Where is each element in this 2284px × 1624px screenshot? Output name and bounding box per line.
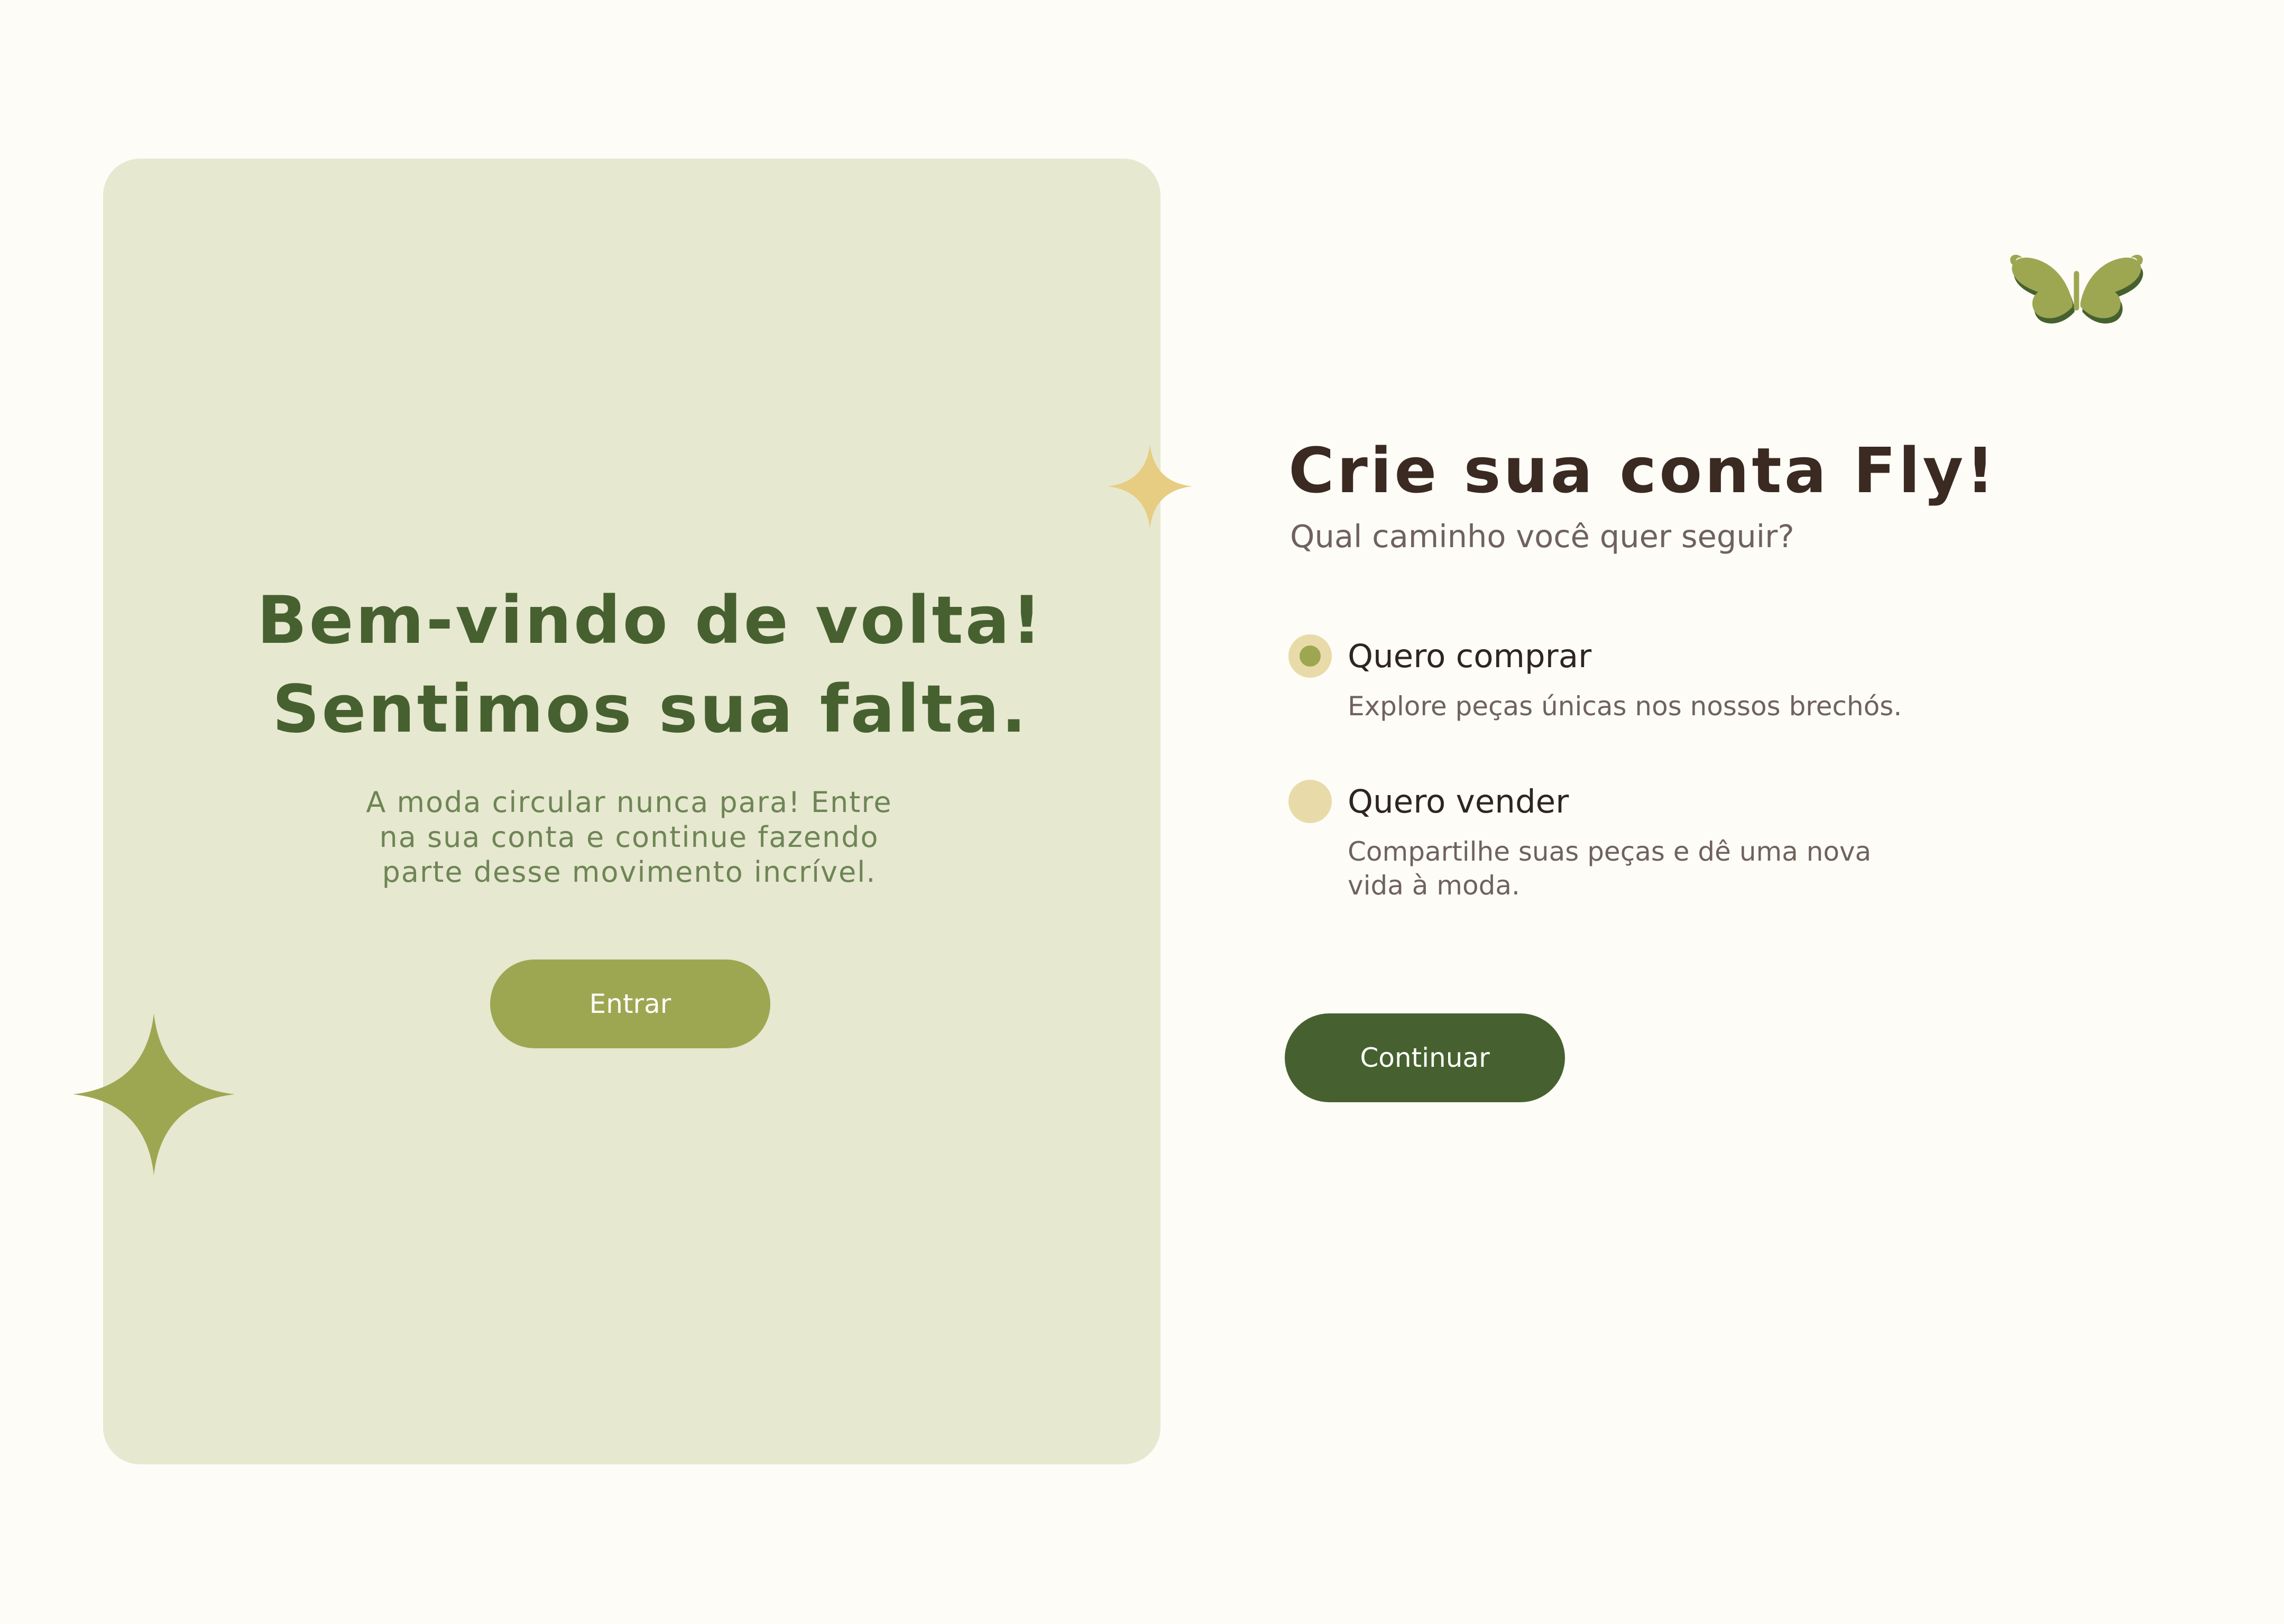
buy-option-label[interactable]: Quero comprar — [1348, 634, 1591, 678]
login-button[interactable]: Entrar — [490, 959, 770, 1048]
sell-description-line-1: Compartilhe suas peças e dê uma nova — [1348, 836, 1872, 867]
continue-button[interactable]: Continuar — [1285, 1013, 1565, 1102]
buy-option-description: Explore peças únicas nos nossos brechós. — [1348, 691, 1902, 722]
welcome-title-line-2: Sentimos sua falta. — [272, 671, 1028, 748]
sell-radio[interactable] — [1288, 780, 1332, 823]
sparkle-green-icon — [73, 1013, 235, 1175]
welcome-description-line-3: parte desse movimento incrível. — [382, 855, 877, 889]
welcome-description-line-1: A moda circular nunca para! Entre — [366, 786, 892, 819]
sell-option-label[interactable]: Quero vender — [1348, 780, 1569, 823]
sell-description-line-2: vida à moda. — [1348, 870, 1520, 901]
welcome-description: A moda circular nunca para! Entre na sua… — [349, 785, 909, 890]
signup-subtitle: Qual caminho você quer seguir? — [1290, 518, 1794, 555]
sell-option-description: Compartilhe suas peças e dê uma nova vid… — [1348, 835, 1940, 902]
sparkle-gold-icon — [1108, 444, 1192, 529]
buy-radio[interactable] — [1288, 634, 1332, 678]
welcome-title-line-1: Bem-vindo de volta! — [256, 583, 1044, 659]
butterfly-logo-icon — [2010, 254, 2143, 324]
radio-selected-dot — [1300, 645, 1321, 667]
signup-title: Crie sua conta Fly! — [1288, 434, 1997, 507]
welcome-description-line-2: na sua conta e continue fazendo — [379, 820, 879, 854]
welcome-title: Bem-vindo de volta! Sentimos sua falta. — [0, 576, 1301, 754]
